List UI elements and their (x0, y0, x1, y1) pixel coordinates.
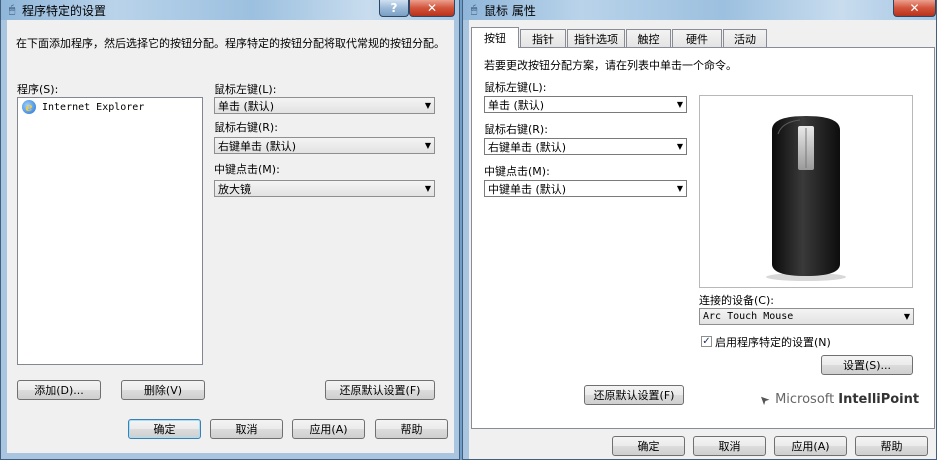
program-name: Internet Explorer (42, 101, 145, 113)
left-button-value: 单击 (默认) (218, 99, 275, 113)
middle-button-value: 放大镜 (218, 182, 251, 196)
left-dialog-titlebar[interactable]: 🖱 程序特定的设置 (1, 0, 106, 20)
program-specific-settings-dialog: 🖱 程序特定的设置 ? ✕ 在下面添加程序，然后选择它的按钮分配。程序特定的按钮… (0, 0, 460, 460)
right-dialog-title: 鼠标 属性 (484, 3, 536, 18)
connected-device-label: 连接的设备(C): (699, 294, 774, 307)
right-button-value: 右键单击 (默认) (218, 139, 297, 153)
left-button-value: 单击 (默认) (488, 98, 545, 112)
enable-program-specific-label[interactable]: 启用程序特定的设置(N) (715, 334, 831, 350)
add-program-button[interactable]: 添加(D)... (17, 380, 101, 400)
middle-button-value: 中键单击 (默认) (488, 182, 567, 196)
chevron-down-icon: ▼ (424, 184, 431, 193)
tab-touch[interactable]: 触控 (626, 29, 671, 47)
arc-touch-mouse-image (766, 116, 846, 281)
restore-defaults-button[interactable]: 还原默认设置(F) (325, 380, 435, 400)
chevron-down-icon: ▼ (424, 101, 431, 110)
tab-pointer-options[interactable]: 指针选项 (567, 29, 625, 47)
mouse-image-frame (699, 95, 913, 288)
left-button-label: 鼠标左键(L): (484, 81, 547, 94)
tab-pointers[interactable]: 指针 (520, 29, 566, 47)
middle-button-select[interactable]: 放大镜 ▼ (214, 180, 435, 197)
tab-activity[interactable]: 活动 (723, 29, 767, 47)
tab-buttons[interactable]: 按钮 (471, 27, 519, 48)
tab-hardware[interactable]: 硬件 (672, 29, 722, 47)
delete-program-button[interactable]: 删除(V) (121, 380, 205, 400)
chevron-down-icon: ▼ (424, 141, 431, 150)
help-button[interactable]: 帮助 (855, 436, 928, 456)
connected-device-select[interactable]: Arc Touch Mouse ▼ (699, 308, 914, 325)
program-list-item[interactable]: e Internet Explorer (18, 98, 202, 116)
right-button-select[interactable]: 右键单击 (默认) ▼ (214, 137, 435, 154)
cancel-button[interactable]: 取消 (693, 436, 766, 456)
instruction-text: 若要更改按钮分配方案，请在列表中单击一个命令。 (484, 59, 737, 72)
buttons-tab-panel: 若要更改按钮分配方案，请在列表中单击一个命令。 鼠标左键(L): 单击 (默认)… (471, 47, 935, 429)
middle-button-label: 中键点击(M): (484, 165, 550, 178)
intellipoint-brand: IntelliPoint (838, 392, 920, 407)
chevron-down-icon: ▼ (903, 312, 910, 321)
chevron-down-icon: ▼ (676, 100, 683, 109)
left-button-select[interactable]: 单击 (默认) ▼ (214, 97, 435, 114)
right-button-label: 鼠标右键(R): (214, 121, 278, 134)
enable-program-specific-checkbox[interactable]: ✓ (701, 336, 712, 347)
right-dialog-titlebar[interactable]: 🖱 鼠标 属性 (463, 0, 536, 20)
left-button-label: 鼠标左键(L): (214, 83, 277, 96)
cancel-button[interactable]: 取消 (210, 419, 283, 439)
help-caption-button[interactable]: ? (379, 0, 409, 17)
help-button[interactable]: 帮助 (375, 419, 448, 439)
left-dialog-client: 在下面添加程序，然后选择它的按钮分配。程序特定的按钮分配将取代常规的按钮分配。 … (7, 20, 454, 453)
middle-button-label: 中键点击(M): (214, 163, 280, 176)
middle-button-select[interactable]: 中键单击 (默认) ▼ (484, 180, 687, 197)
close-icon: ✕ (909, 1, 920, 15)
connected-device-value: Arc Touch Mouse (703, 311, 794, 322)
right-button-label: 鼠标右键(R): (484, 123, 548, 136)
ok-button[interactable]: 确定 (612, 436, 685, 456)
mouse-icon: 🖱 (470, 3, 478, 16)
left-button-select[interactable]: 单击 (默认) ▼ (484, 96, 687, 113)
pointer-cursor-icon: ➤ (755, 390, 773, 409)
intellipoint-logo: ➤ Microsoft IntelliPoint (755, 390, 920, 409)
restore-defaults-button[interactable]: 还原默认设置(F) (584, 385, 684, 405)
programs-listbox[interactable]: e Internet Explorer (17, 97, 203, 365)
apply-button[interactable]: 应用(A) (292, 419, 365, 439)
chevron-down-icon: ▼ (676, 142, 683, 151)
right-close-caption-button[interactable]: ✕ (893, 0, 936, 17)
ok-button[interactable]: 确定 (128, 419, 201, 439)
left-dialog-description: 在下面添加程序，然后选择它的按钮分配。程序特定的按钮分配将取代常规的按钮分配。 (16, 37, 445, 50)
settings-button[interactable]: 设置(S)... (821, 355, 913, 375)
mouse-properties-dialog: 🖱 鼠标 属性 ✕ 按钮 指针 指针选项 触控 硬件 活动 若要更改按钮分配方案… (462, 0, 937, 460)
close-icon: ✕ (426, 1, 438, 15)
programs-label: 程序(S): (17, 83, 59, 96)
microsoft-brand: Microsoft (775, 392, 835, 407)
internet-explorer-icon: e (22, 100, 36, 114)
chevron-down-icon: ▼ (676, 184, 683, 193)
left-dialog-title: 程序特定的设置 (22, 3, 107, 18)
question-mark-icon: ? (390, 1, 398, 15)
apply-button[interactable]: 应用(A) (774, 436, 847, 456)
left-close-caption-button[interactable]: ✕ (409, 0, 455, 17)
right-button-select[interactable]: 右键单击 (默认) ▼ (484, 138, 687, 155)
mouse-settings-icon: 🖱 (8, 3, 16, 16)
right-button-value: 右键单击 (默认) (488, 140, 567, 154)
